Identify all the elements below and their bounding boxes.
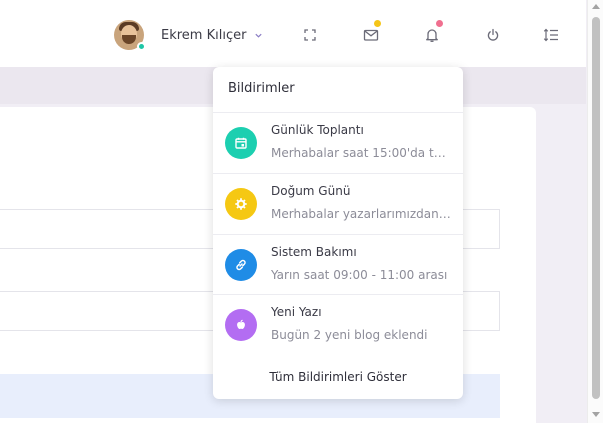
mail-unread-dot bbox=[374, 20, 381, 27]
scroll-down-arrow[interactable] bbox=[592, 412, 600, 417]
notification-item[interactable]: Sistem Bakımı Yarın saat 09:00 - 11:00 a… bbox=[213, 235, 463, 295]
bell-icon[interactable] bbox=[424, 27, 440, 43]
notification-title: Doğum Günü bbox=[271, 184, 351, 198]
user-name[interactable]: Ekrem Kılıçer bbox=[161, 28, 246, 43]
online-status-dot bbox=[137, 42, 146, 51]
show-all-notifications-link[interactable]: Tüm Bildirimleri Göster bbox=[213, 370, 463, 384]
notification-text: Merhabalar yazarlarımızdan birinin bbox=[271, 207, 453, 221]
scroll-up-arrow[interactable] bbox=[592, 4, 600, 9]
scroll-thumb[interactable] bbox=[592, 17, 600, 399]
power-icon[interactable] bbox=[485, 27, 501, 43]
notification-title: Sistem Bakımı bbox=[271, 245, 357, 259]
notification-text: Merhabalar saat 15:00'da toplantı bbox=[271, 146, 453, 160]
notifications-title: Bildirimler bbox=[228, 81, 295, 96]
notification-item[interactable]: Günlük Toplantı Merhabalar saat 15:00'da… bbox=[213, 113, 463, 173]
apple-icon bbox=[225, 309, 257, 341]
notification-item[interactable]: Doğum Günü Merhabalar yazarlarımızdan bi… bbox=[213, 174, 463, 234]
mail-icon[interactable] bbox=[363, 27, 379, 43]
top-header: Ekrem Kılıçer bbox=[0, 0, 586, 67]
gear-icon bbox=[225, 188, 257, 220]
user-menu[interactable]: Ekrem Kılıçer bbox=[114, 19, 263, 51]
link-icon bbox=[225, 249, 257, 281]
menu-toggle-icon[interactable] bbox=[543, 27, 559, 43]
notification-text: Yarın saat 09:00 - 11:00 arası bbox=[271, 268, 448, 282]
notification-text: Bugün 2 yeni blog eklendi bbox=[271, 328, 428, 342]
calendar-icon bbox=[225, 127, 257, 159]
chevron-down-icon[interactable] bbox=[254, 31, 263, 40]
page-scrollbar[interactable] bbox=[587, 0, 603, 423]
notification-title: Günlük Toplantı bbox=[271, 123, 364, 137]
fullscreen-icon[interactable] bbox=[302, 27, 318, 43]
avatar-beard bbox=[122, 35, 136, 44]
notification-title: Yeni Yazı bbox=[271, 305, 322, 319]
notifications-dropdown: Bildirimler Günlük Toplantı Merhabalar s… bbox=[213, 67, 463, 399]
avatar[interactable] bbox=[114, 20, 146, 51]
bell-unread-dot bbox=[436, 20, 443, 27]
notification-item[interactable]: Yeni Yazı Bugün 2 yeni blog eklendi bbox=[213, 295, 463, 355]
